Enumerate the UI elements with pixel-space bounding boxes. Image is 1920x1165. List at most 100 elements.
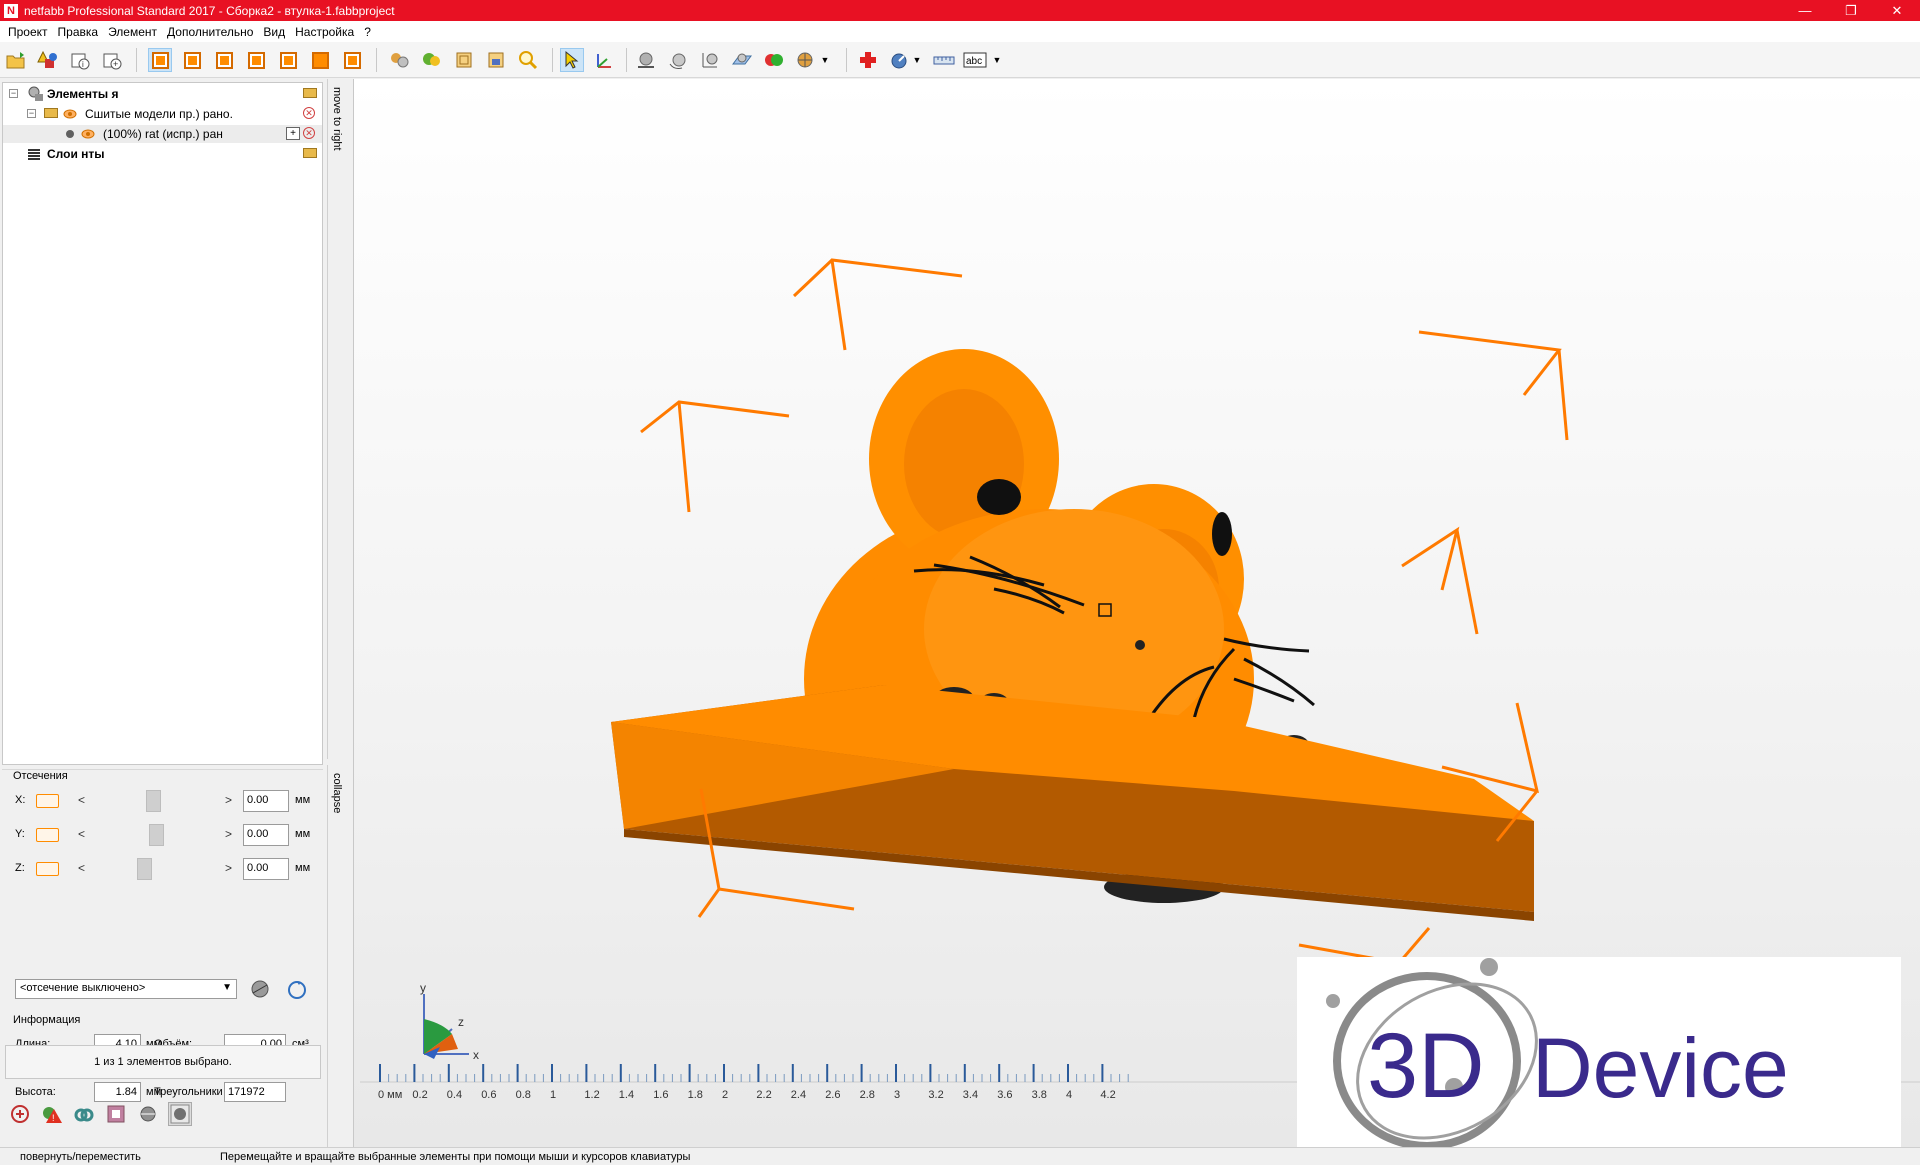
tree-layers[interactable]: Слои нты [3, 145, 322, 163]
remove-group-icon[interactable]: ✕ [303, 107, 316, 120]
clip-z-toggle[interactable] [36, 862, 59, 876]
view-left-button[interactable] [244, 48, 268, 72]
render-shaded-button[interactable] [388, 48, 412, 72]
view-default-button[interactable] [148, 48, 172, 72]
clip-x-right-arrow[interactable]: > [225, 793, 232, 807]
tree-item-label: (100%) rat (испр.) ран [103, 127, 223, 141]
label-dropdown[interactable]: ▼ [990, 48, 1004, 72]
move-to-right-tab[interactable]: move to right [331, 87, 343, 151]
clip-y-left-arrow[interactable]: < [78, 827, 85, 841]
menu-help[interactable]: ? [359, 25, 376, 39]
view-bottom-icon [343, 51, 361, 69]
menu-project[interactable]: Проект [3, 25, 53, 39]
remove-item-icon[interactable]: ✕ [303, 127, 316, 140]
clip-z-left-arrow[interactable]: < [78, 861, 85, 875]
beam-model[interactable] [611, 685, 1534, 921]
menu-edit[interactable]: Правка [53, 25, 104, 39]
repair-button[interactable] [856, 48, 880, 72]
boolean-button[interactable] [762, 48, 786, 72]
analysis-dropdown[interactable]: ▼ [910, 48, 924, 72]
clipping-mode-select[interactable]: <отсечение выключено> ▼ [15, 979, 237, 999]
add-view-button[interactable]: + [100, 48, 124, 72]
axis-x-label: x [473, 1048, 479, 1062]
measure-button[interactable] [932, 48, 956, 72]
color-spheres-icon [423, 53, 440, 66]
shell-tool-button[interactable] [104, 1102, 128, 1126]
move-tool-button[interactable] [592, 48, 616, 72]
clip-x-left-arrow[interactable]: < [78, 793, 85, 807]
render-color-button[interactable] [420, 48, 444, 72]
smooth-tool-button[interactable] [136, 1102, 160, 1126]
clip-x-slider[interactable] [145, 790, 161, 812]
triangles-value[interactable]: 171972 [224, 1082, 286, 1102]
merge-tool-button[interactable] [72, 1102, 96, 1126]
clip-z-right-arrow[interactable]: > [225, 861, 232, 875]
ruler-label: 2.2 [756, 1089, 771, 1101]
menu-element[interactable]: Элемент [103, 25, 162, 39]
collapse-group-icon[interactable]: − [27, 109, 36, 118]
scale-button[interactable] [698, 48, 722, 72]
ruler-label: 3.8 [1032, 1089, 1047, 1101]
axis-indicator: y z x [420, 981, 479, 1062]
select-tool-button[interactable] [560, 48, 584, 72]
zoom-button[interactable] [516, 48, 540, 72]
cut-button[interactable] [794, 48, 818, 72]
render-section-button[interactable] [484, 48, 508, 72]
clip-z-slider[interactable] [136, 858, 152, 880]
clip-y-right-arrow[interactable]: > [225, 827, 232, 841]
mirror-button[interactable] [730, 48, 754, 72]
view-bottom-button[interactable] [340, 48, 364, 72]
clip-z-unit: мм [295, 862, 311, 874]
render-box-button[interactable] [452, 48, 476, 72]
add-part-button[interactable] [36, 48, 60, 72]
warning-tool-button[interactable]: ! [40, 1102, 64, 1126]
clip-y-slider[interactable] [149, 824, 165, 846]
render-tool-button[interactable] [168, 1102, 192, 1126]
analysis-button[interactable] [888, 48, 912, 72]
view-back-button[interactable] [212, 48, 236, 72]
menu-view[interactable]: Вид [258, 25, 290, 39]
refresh-icon[interactable] [286, 979, 308, 1001]
label-button[interactable]: abc [962, 48, 988, 72]
collapse-tab[interactable]: collapse [331, 773, 343, 813]
tree-root-label: Элементы я [47, 87, 119, 101]
clip-x-toggle[interactable] [36, 794, 59, 808]
collapse-root-icon[interactable]: − [9, 89, 18, 98]
sphere-rotate-icon [669, 53, 686, 69]
view-top-button[interactable] [308, 48, 332, 72]
eye-icon[interactable] [81, 127, 95, 141]
expand-item-button[interactable]: + [286, 127, 300, 140]
menu-extra[interactable]: Дополнительно [162, 25, 258, 39]
tree-item-rat[interactable]: (100%) rat (испр.) ран + ✕ [3, 125, 322, 143]
sphere-scale-icon [702, 53, 718, 68]
svg-text:abc: abc [966, 56, 982, 67]
clip-y-toggle[interactable] [36, 828, 59, 842]
logo-3d-text: 3D [1367, 1015, 1485, 1117]
clipping-title: Отсечения [13, 770, 68, 782]
cut-dropdown[interactable]: ▼ [818, 48, 832, 72]
place-on-platform-button[interactable] [634, 48, 658, 72]
clip-apply-icon[interactable] [248, 978, 272, 1000]
view-front-button[interactable] [180, 48, 204, 72]
eye-icon[interactable] [63, 107, 77, 121]
menu-settings[interactable]: Настройка [290, 25, 359, 39]
clip-x-input[interactable]: 0.00 [243, 790, 289, 812]
restore-button[interactable]: ❐ [1828, 0, 1874, 21]
rotate-button[interactable] [666, 48, 690, 72]
clip-y-input[interactable]: 0.00 [243, 824, 289, 846]
repair-tool-button[interactable] [8, 1102, 32, 1126]
part-dot-icon [66, 130, 74, 138]
tree-group[interactable]: − Сшитые модели пр.) рано. ✕ [3, 105, 322, 123]
layers-icon [28, 149, 40, 160]
tree-root[interactable]: − Элементы я [3, 85, 322, 103]
open-folder-icon[interactable] [303, 88, 317, 101]
height-value[interactable]: 1.84 [94, 1082, 141, 1102]
open-project-button[interactable] [4, 48, 28, 72]
minimize-button[interactable]: — [1782, 0, 1828, 21]
open-folder-icon[interactable] [303, 148, 317, 161]
close-button[interactable]: ✕ [1874, 0, 1920, 21]
part-info-button[interactable]: i [68, 48, 92, 72]
clip-z-input[interactable]: 0.00 [243, 858, 289, 880]
view-right-button[interactable] [276, 48, 300, 72]
3d-viewport[interactable]: y z x 0 мм 0.2 0.4 0.6 0.8 1 1.2 1.4 1.6 1.8 2 2.2 2… [353, 79, 1920, 1147]
